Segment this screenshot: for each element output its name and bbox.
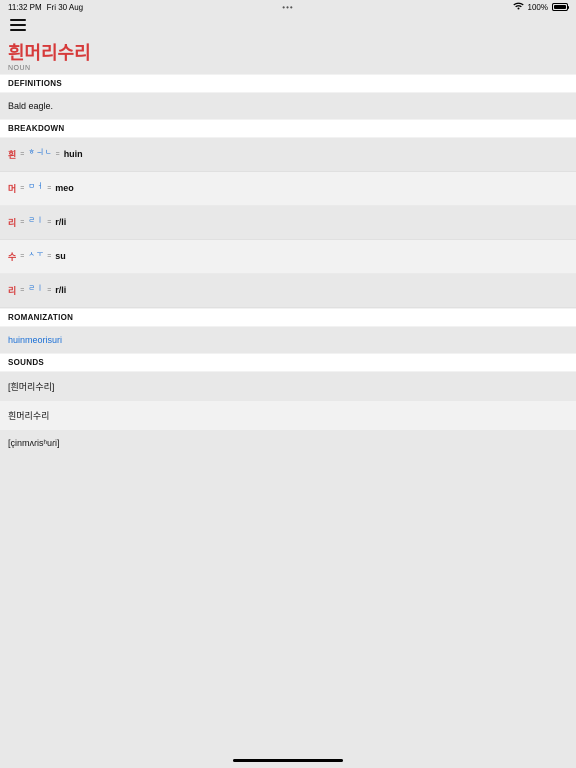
breakdown-syllable: 머 — [8, 182, 16, 195]
wifi-icon — [513, 2, 524, 12]
breakdown-row: 수 = ㅅ ㅜ = su — [0, 240, 576, 274]
battery-percent: 100% — [528, 3, 548, 12]
top-bar — [0, 14, 576, 36]
breakdown-jamo: ㄹ ㅣ — [28, 215, 43, 225]
equals-sign: = — [47, 219, 51, 226]
status-time: 11:32 PM — [8, 3, 42, 12]
breakdown-syllable: 흰 — [8, 148, 16, 161]
breakdown-roman: huin — [64, 149, 83, 159]
equals-sign: = — [47, 185, 51, 192]
menu-icon[interactable] — [10, 19, 26, 31]
status-dots: ••• — [282, 3, 293, 12]
breakdown-jamo: ㅅ ㅜ — [28, 249, 43, 259]
breakdown-jamo: ㄹ ㅣ — [28, 283, 43, 293]
section-sounds: SOUNDS — [0, 353, 576, 372]
entry-word: 흰머리수리 — [8, 44, 568, 64]
breakdown-roman: r/li — [55, 285, 66, 295]
breakdown-jamo: ㅁ ㅓ — [28, 181, 43, 191]
breakdown-syllable: 리 — [8, 216, 16, 229]
equals-sign: = — [47, 253, 51, 260]
sound-row[interactable]: 흰머리수리 — [0, 401, 576, 430]
home-indicator — [233, 759, 343, 762]
equals-sign: = — [20, 151, 24, 158]
entry-pos: NOUN — [8, 65, 568, 72]
section-romanization: ROMANIZATION — [0, 308, 576, 327]
sound-row[interactable]: [çinmʌɾisʰuɾi] — [0, 430, 576, 456]
breakdown-row: 리 = ㄹ ㅣ = r/li — [0, 206, 576, 240]
status-bar: 11:32 PM Fri 30 Aug ••• 100% — [0, 0, 576, 14]
breakdown-roman: r/li — [55, 217, 66, 227]
breakdown-roman: meo — [55, 183, 74, 193]
breakdown-row: 리 = ㄹ ㅣ = r/li — [0, 274, 576, 308]
section-definitions: DEFINITIONS — [0, 74, 576, 93]
equals-sign: = — [20, 253, 24, 260]
breakdown-row: 머 = ㅁ ㅓ = meo — [0, 172, 576, 206]
breakdown-syllable: 수 — [8, 250, 16, 263]
equals-sign: = — [20, 287, 24, 294]
battery-icon — [552, 3, 568, 11]
definition-row: Bald eagle. — [0, 93, 576, 119]
entry-header: 흰머리수리 NOUN — [0, 36, 576, 74]
status-date: Fri 30 Aug — [47, 3, 83, 12]
breakdown-syllable: 리 — [8, 284, 16, 297]
section-breakdown: BREAKDOWN — [0, 119, 576, 138]
equals-sign: = — [47, 287, 51, 294]
sound-row[interactable]: [흰머리수리] — [0, 372, 576, 401]
romanization-value[interactable]: huinmeorisuri — [0, 327, 576, 353]
breakdown-jamo: ㅎ ㅢ ㄴ — [28, 147, 51, 157]
equals-sign: = — [56, 151, 60, 158]
equals-sign: = — [20, 219, 24, 226]
equals-sign: = — [20, 185, 24, 192]
breakdown-row: 흰 = ㅎ ㅢ ㄴ = huin — [0, 138, 576, 172]
breakdown-roman: su — [55, 251, 66, 261]
